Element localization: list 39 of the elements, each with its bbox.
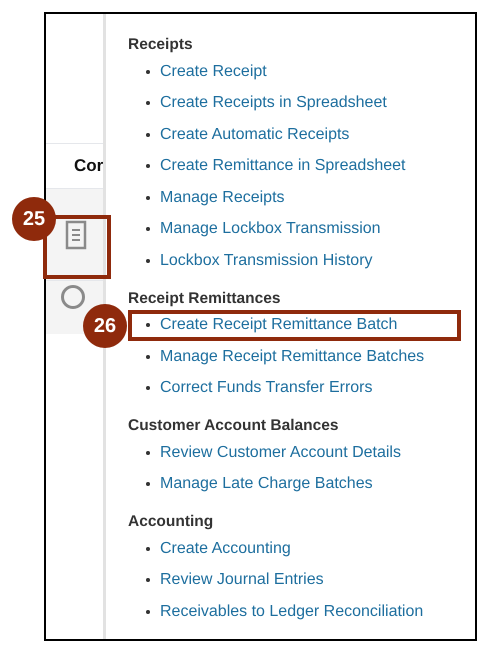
section-heading: Customer Account Balances: [128, 416, 340, 436]
bullet-icon: [146, 258, 150, 263]
section-heading: Receipts: [128, 35, 194, 55]
bullet-icon: [146, 354, 150, 359]
bullet-icon: [146, 482, 150, 486]
menu-link[interactable]: Correct Funds Transfer Errors: [160, 376, 372, 400]
menu-link[interactable]: Manage Receipts: [160, 186, 285, 210]
bullet-icon: [146, 164, 150, 168]
menu-link[interactable]: Create Receipt Remittance Batch: [160, 313, 398, 338]
section-heading: Receipt Remittances: [128, 288, 282, 308]
menu-link[interactable]: Create Automatic Receipts: [160, 122, 350, 147]
bullet-icon: [146, 386, 150, 390]
step-marker: 25: [12, 197, 56, 241]
bullet-icon: [146, 578, 150, 582]
menu-link[interactable]: Create Remittance in Spreadsheet: [160, 154, 406, 178]
bullet-icon: [146, 323, 150, 328]
menu-link[interactable]: Create Accounting: [160, 536, 291, 561]
menu-link[interactable]: Create Receipts in Spreadsheet: [160, 91, 387, 116]
menu-link[interactable]: Create Receipt: [160, 60, 267, 84]
section-heading: Accounting: [128, 512, 214, 532]
menu-link[interactable]: Receivables to Ledger Reconciliation: [160, 600, 424, 624]
column-header: Cor: [74, 155, 104, 178]
menu-link[interactable]: Review Customer Account Details: [160, 440, 401, 465]
menu-link[interactable]: Manage Late Charge Batches: [160, 472, 373, 496]
menu-link[interactable]: Review Journal Entries: [160, 568, 324, 592]
document-icon[interactable]: [64, 220, 86, 250]
bullet-icon: [146, 196, 150, 200]
bullet-icon: [146, 132, 150, 137]
menu-link[interactable]: Lockbox Transmission History: [160, 248, 373, 273]
bullet-icon: [146, 227, 150, 232]
menu-link[interactable]: Manage Lockbox Transmission: [160, 217, 381, 242]
bullet-icon: [146, 450, 150, 455]
bullet-icon: [146, 70, 150, 74]
step-marker: 26: [83, 304, 127, 348]
radio-button[interactable]: [60, 285, 84, 309]
bullet-icon: [146, 101, 150, 106]
bullet-icon: [146, 546, 150, 551]
menu-link[interactable]: Manage Receipt Remittance Batches: [160, 344, 424, 369]
bullet-icon: [146, 610, 150, 614]
